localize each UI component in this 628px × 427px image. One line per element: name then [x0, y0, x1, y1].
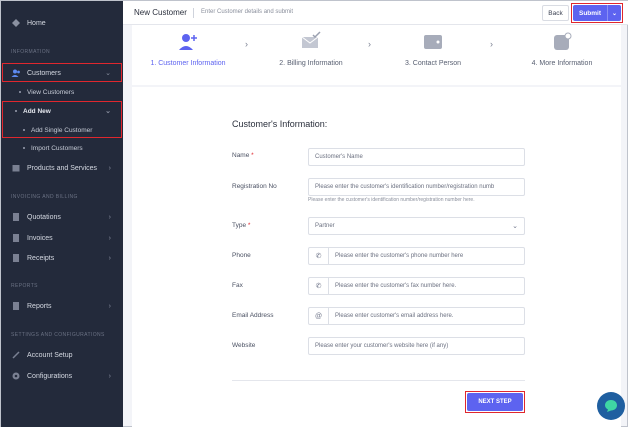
sidebar-item-label: Invoices: [27, 234, 53, 242]
form-card: Customer's Information: Name * Customer'…: [132, 87, 621, 427]
sidebar-item-invoices[interactable]: Invoices ›: [1, 228, 123, 248]
fax-label: Fax: [232, 282, 243, 289]
sidebar-item-label: Products and Services: [27, 164, 98, 172]
envelope-check-icon: [301, 31, 321, 48]
top-bar: New Customer Enter Customer details and …: [123, 1, 628, 25]
sidebar-item-products[interactable]: Products and Services ›: [1, 158, 123, 178]
registration-label: Registration No: [232, 183, 277, 190]
chevron-right-icon: ›: [108, 213, 111, 221]
home-icon: [12, 19, 20, 27]
at-icon: @: [309, 308, 329, 324]
highlight-box: [465, 391, 525, 413]
fax-input[interactable]: ✆ Please enter the customer's fax number…: [308, 277, 525, 295]
placeholder-text: Please enter the customer's phone number…: [335, 253, 464, 259]
website-label: Website: [232, 342, 256, 349]
sidebar-item-label: Receipts: [27, 254, 55, 262]
step-label: 4. More Information: [531, 60, 593, 67]
bullet-icon: [19, 91, 21, 93]
sidebar-item-reports[interactable]: Reports ›: [1, 296, 123, 316]
chevron-right-icon: ›: [368, 39, 371, 49]
page-title: New Customer: [134, 8, 187, 17]
box-icon: [12, 165, 20, 172]
sidebar-item-label: Home: [27, 19, 46, 27]
gear-icon: [12, 372, 20, 380]
sidebar-item-view-customers[interactable]: View Customers: [1, 84, 123, 100]
receipt-icon: [13, 254, 19, 262]
chevron-down-icon: ⌄: [512, 223, 518, 230]
highlight-box: [571, 3, 623, 23]
sidebar-item-label: Quotations: [27, 213, 61, 221]
sidebar-item-label: Reports: [27, 302, 52, 310]
phone-input[interactable]: ✆ Please enter the customer's phone numb…: [308, 247, 525, 265]
registration-help: Please enter the customer's identificati…: [308, 197, 475, 203]
required-mark: *: [247, 222, 251, 229]
sidebar-item-label: Import Customers: [31, 144, 83, 152]
email-label: Email Address: [232, 312, 274, 319]
highlight-box: [2, 101, 122, 138]
step-label: 2. Billing Information: [279, 60, 343, 67]
sidebar-item-receipts[interactable]: Receipts ›: [1, 248, 123, 268]
email-input[interactable]: @ Please enter customer's email address …: [308, 307, 525, 325]
type-value: Partner: [315, 223, 335, 229]
report-icon: [13, 302, 19, 310]
tools-icon: [12, 351, 20, 359]
sidebar-item-account-setup[interactable]: Account Setup: [1, 345, 123, 365]
highlight-box: [2, 63, 122, 82]
label-text: Name: [232, 152, 250, 159]
placeholder-text: Please enter customer's email address he…: [335, 313, 454, 319]
step-label: 3. Contact Person: [404, 60, 462, 67]
section-reports: REPORTS: [11, 283, 38, 289]
name-label: Name *: [232, 152, 254, 159]
section-information: INFORMATION: [11, 49, 51, 55]
sidebar-item-label: View Customers: [27, 88, 75, 96]
sidebar: Home INFORMATION Customers ⌄ View Custom…: [1, 1, 123, 427]
type-label: Type *: [232, 222, 250, 229]
form-title: Customer's Information:: [232, 119, 328, 129]
type-select[interactable]: Partner ⌄: [308, 217, 525, 235]
step-billing-information[interactable]: 2. Billing Information: [256, 25, 366, 85]
sidebar-item-import-customers[interactable]: Import Customers: [1, 140, 123, 156]
required-mark: *: [251, 152, 254, 159]
chat-icon: [605, 400, 617, 412]
back-button[interactable]: Back: [542, 5, 569, 21]
step-contact-person[interactable]: 3. Contact Person: [378, 25, 488, 85]
chevron-right-icon: ›: [490, 39, 493, 49]
document-icon: [13, 213, 19, 221]
divider: [232, 380, 525, 381]
placeholder-text: Please enter the customer's fax number h…: [335, 283, 457, 289]
sidebar-item-label: Account Setup: [27, 351, 73, 359]
chevron-right-icon: ›: [108, 302, 111, 310]
step-customer-information[interactable]: 1. Customer Information: [133, 25, 243, 85]
sidebar-item-quotations[interactable]: Quotations ›: [1, 207, 123, 227]
phone-icon: ✆: [309, 248, 329, 264]
chevron-right-icon: ›: [108, 164, 111, 172]
add-user-icon: [179, 34, 197, 50]
sidebar-item-configurations[interactable]: Configurations ›: [1, 366, 123, 386]
section-invoicing: INVOICING AND BILLING: [11, 194, 78, 200]
bullet-icon: [23, 147, 25, 149]
wallet-icon: [424, 35, 442, 49]
section-settings: SETTINGS AND CONFIGURATIONS: [11, 332, 105, 338]
chevron-right-icon: ›: [245, 39, 248, 49]
chevron-right-icon: ›: [108, 234, 111, 242]
phone-icon: ✆: [309, 278, 329, 294]
website-input[interactable]: Please enter your customer's website her…: [308, 337, 525, 355]
stepper: 1. Customer Information › 2. Billing Inf…: [132, 25, 621, 85]
sidebar-item-home[interactable]: Home: [1, 13, 123, 33]
step-more-information[interactable]: 4. More Information: [507, 25, 617, 85]
page-subtitle: Enter Customer details and submit: [201, 9, 294, 15]
divider: [193, 8, 194, 18]
registration-input[interactable]: Please enter the customer's identificati…: [308, 178, 525, 196]
chevron-right-icon: ›: [108, 372, 111, 380]
chevron-right-icon: ›: [108, 254, 111, 262]
chat-button[interactable]: [597, 392, 625, 420]
sidebar-item-label: Configurations: [27, 372, 73, 380]
name-input[interactable]: Customer's Name: [308, 148, 525, 166]
step-label: 1. Customer Information: [150, 60, 226, 67]
label-text: Type: [232, 222, 247, 229]
phone-label: Phone: [232, 252, 251, 259]
invoice-icon: [13, 234, 19, 242]
notification-icon: [554, 32, 572, 50]
